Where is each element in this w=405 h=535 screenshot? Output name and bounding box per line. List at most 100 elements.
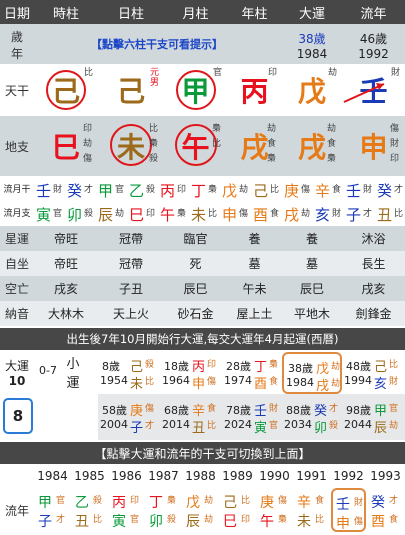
- liuyue-cell[interactable]: 壬財: [34, 178, 65, 200]
- liuyue-cell[interactable]: 午梟: [158, 202, 189, 224]
- dayun-cell[interactable]: 38歲 1984 戊戌劫劫: [282, 352, 342, 394]
- dayun-age: 18歲: [164, 360, 189, 373]
- liunian-cell[interactable]: 辛食未比: [294, 488, 329, 532]
- liunian-note: 官: [56, 496, 66, 506]
- tiangan-note: 元男: [149, 68, 159, 88]
- dizhi-notes: 傷財印: [390, 122, 401, 167]
- tiangan-cell-4[interactable]: 戊劫: [282, 64, 342, 116]
- dayun-cell[interactable]: 28歲 1974 丁酉梟食: [222, 352, 282, 394]
- liuyue-char: 己: [253, 182, 269, 200]
- dizhi-cell-1[interactable]: 未比梟殺: [98, 116, 164, 176]
- liunian-cell[interactable]: 庚傷午梟: [257, 488, 292, 532]
- dayun-selected-index[interactable]: 8: [3, 398, 33, 434]
- liunian-cell[interactable]: 乙殺丑比: [72, 488, 107, 532]
- liunian-cell[interactable]: 己比巳印: [220, 488, 255, 532]
- info-row-value: 墓: [248, 257, 261, 271]
- liuyue-cell[interactable]: 癸才: [375, 178, 405, 200]
- dizhi-note: 殺: [149, 154, 159, 164]
- liunian-note: 殺: [93, 496, 103, 506]
- age-label-1: 歲: [10, 30, 23, 44]
- dayun-cell[interactable]: 98歲 2044 甲辰官劫: [342, 396, 402, 438]
- liunian-cell[interactable]: 戊劫辰劫: [183, 488, 218, 532]
- liuyue-cell[interactable]: 戌劫: [282, 202, 313, 224]
- liuyue-cell[interactable]: 丙印: [158, 178, 189, 200]
- liuyue-char: 辛: [315, 182, 331, 200]
- liunian-cell[interactable]: 壬財申傷: [331, 488, 366, 532]
- dayun-cell[interactable]: 58歲 2004 庚子傷才: [98, 396, 158, 438]
- dayun-cell[interactable]: 48歲 1994 己亥比財: [342, 352, 402, 394]
- liuyue-cell[interactable]: 未比: [189, 202, 220, 224]
- liunian-cell[interactable]: 癸才酉食: [368, 488, 403, 532]
- liuyue-cell[interactable]: 己比: [251, 178, 282, 200]
- liunian-zhi: 巳: [223, 514, 237, 530]
- strike-arrow-icon: [343, 83, 385, 103]
- hint-link[interactable]: 【點擊六柱干支可看提示】: [34, 24, 280, 64]
- dayun-cell[interactable]: 88歲 2034 癸卯才殺: [282, 396, 342, 438]
- info-row-value: 子丑: [118, 282, 143, 296]
- dizhi-cell-4[interactable]: 戌劫食梟: [282, 116, 342, 176]
- info-row-value: 辰巳: [183, 282, 208, 296]
- liunian-year: 1985: [74, 469, 105, 483]
- dayun-range: 0-7: [39, 363, 57, 377]
- liuyue-cell[interactable]: 壬財: [344, 178, 375, 200]
- liuyue-cell[interactable]: 庚傷: [282, 178, 313, 200]
- liuyue-cell[interactable]: 巳印: [127, 202, 158, 224]
- dayun-cell[interactable]: 18歲 1964 丙申印傷: [160, 352, 220, 394]
- info-row-value: 長生: [361, 257, 386, 271]
- liunian-cell[interactable]: 甲官子才: [35, 488, 70, 532]
- tiangan-cell-3[interactable]: 丙印: [227, 64, 282, 116]
- dizhi-note: 印: [83, 124, 93, 134]
- liuyue-cell[interactable]: 亥財: [313, 202, 344, 224]
- tiangan-cell-1[interactable]: 己元男: [98, 64, 164, 116]
- liuyue-cell[interactable]: 甲官: [96, 178, 127, 200]
- dizhi-cell-2[interactable]: 午梟比: [164, 116, 227, 176]
- liuyue-cell[interactable]: 辛食: [313, 178, 344, 200]
- dayun-year: 2004: [100, 418, 128, 431]
- liuyue-cell[interactable]: 寅官: [34, 202, 65, 224]
- liunian-age: 46歲: [359, 31, 388, 46]
- tiangan-cell-0[interactable]: 己比: [34, 64, 98, 116]
- header-col-4: 年柱: [241, 6, 268, 22]
- liunian-zhi: 辰: [186, 514, 200, 530]
- liunian-year: 1992: [358, 46, 389, 61]
- dizhi-note: 食: [267, 139, 277, 149]
- dizhi-cell-0[interactable]: 巳印劫傷: [34, 116, 98, 176]
- liuyue-cell[interactable]: 申傷: [220, 202, 251, 224]
- tiangan-cell-2[interactable]: 甲官: [164, 64, 227, 116]
- info-row-value: 天上火: [112, 307, 149, 321]
- dayun-cell[interactable]: 78歲 2024 壬寅財官: [222, 396, 282, 438]
- dayun-note: 殺: [145, 360, 155, 370]
- liuyue-cell[interactable]: 辰劫: [96, 202, 127, 224]
- liuyue-cell[interactable]: 戊劫: [220, 178, 251, 200]
- liunian-cell[interactable]: 丁梟卯殺: [146, 488, 181, 532]
- liuyue-note: 官: [115, 185, 125, 195]
- liuyue-cell[interactable]: 酉食: [251, 202, 282, 224]
- liuyue-cell[interactable]: 乙殺: [127, 178, 158, 200]
- liunian-note: 比: [241, 496, 251, 506]
- liuyue-cell[interactable]: 子才: [344, 202, 375, 224]
- dayun-note: 才: [145, 421, 155, 431]
- dayun-note: 官: [389, 404, 399, 414]
- liuyue-cell[interactable]: 丁梟: [189, 178, 220, 200]
- liuyue-note: 才: [394, 185, 404, 195]
- dayun-year: 1994: [344, 374, 372, 387]
- liuyue-cell[interactable]: 卯殺: [65, 202, 96, 224]
- dizhi-char: 戌: [297, 131, 326, 164]
- dayun-zhi: 寅: [254, 421, 268, 436]
- liunian-age-cell: 46歲 1992: [342, 26, 405, 64]
- dizhi-cell-3[interactable]: 戌劫食梟: [227, 116, 282, 176]
- dizhi-notes: 劫食梟: [267, 122, 278, 167]
- liunian-note: 殺: [167, 515, 177, 525]
- info-row-label: 星運: [4, 232, 29, 246]
- info-row-value: 劍鋒金: [355, 307, 392, 321]
- liuyue-zhi-label: 流月支: [3, 208, 31, 219]
- dayun-age: 38歲: [288, 362, 313, 375]
- dizhi-cell-5[interactable]: 申傷財印: [342, 116, 405, 176]
- liuyue-cell[interactable]: 癸才: [65, 178, 96, 200]
- switch-hint[interactable]: 【點擊大運和流年的干支可切換到上面】: [0, 442, 405, 464]
- dayun-cell[interactable]: 8歲 1954 己未殺比: [98, 352, 158, 394]
- liunian-cell[interactable]: 丙印寅官: [109, 488, 144, 532]
- liunian-gan: 庚: [260, 495, 274, 511]
- liuyue-cell[interactable]: 丑比: [375, 202, 405, 224]
- dayun-cell[interactable]: 68歲 2014 辛丑食比: [160, 396, 220, 438]
